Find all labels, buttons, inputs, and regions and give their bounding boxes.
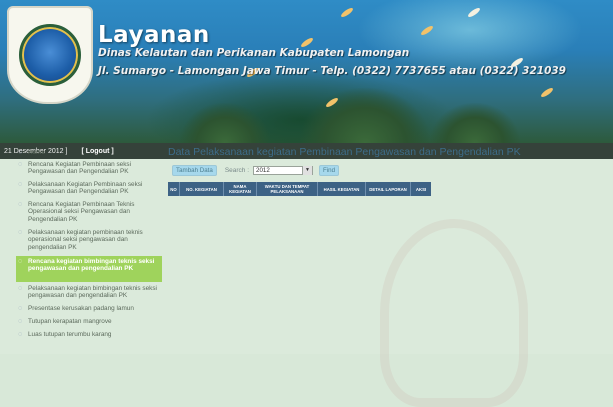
bullet-icon: ◌ [18, 258, 23, 265]
sidebar-item-terumbu-karang[interactable]: ◌ Luas tutupan terumbu karang [16, 331, 162, 340]
sidebar-item-rencana-teknis-operasional[interactable]: ◌ Rencana Kegiatan Pembinaan Teknis Oper… [16, 201, 162, 225]
toolbar: Tambah Data Search : 2012 ▼ Find [172, 165, 340, 176]
sidebar-item-label: Home [28, 149, 46, 156]
column-header-waktu-tempat: WAKTU DAN TEMPAT PELAKSANAAN [257, 182, 318, 196]
dropdown-arrow-icon[interactable]: ▼ [302, 166, 313, 175]
sidebar-item-label: Rencana Kegiatan Pembinaan Teknis Operas… [28, 201, 135, 223]
sidebar-item-pelaksanaan-teknis-operasional[interactable]: ◌ Pelaksanaan kegiatan pembinaan teknis … [16, 229, 162, 253]
sidebar-item-label: Pelaksanaan kegiatan pembinaan teknis op… [28, 229, 143, 251]
site-title: Layanan [98, 22, 210, 48]
sidebar-item-padang-lamun[interactable]: ◌ Presentase kerusakan padang lamun [16, 305, 162, 314]
regency-logo [7, 6, 93, 104]
data-table-header: NO NO. KEGIATAN NAMA KEGIATAN WAKTU DAN … [168, 182, 431, 196]
sidebar-item-label: Tutupan kerapatan mangrove [28, 318, 112, 325]
sidebar-item-home[interactable]: ◌ Home [16, 149, 162, 158]
add-data-button[interactable]: Tambah Data [172, 165, 217, 176]
agency-address: Jl. Sumargo - Lamongan Jawa Timur - Telp… [98, 65, 566, 77]
find-button[interactable]: Find [319, 165, 340, 176]
column-header-aksi: AKSI [411, 182, 431, 196]
column-header-no: NO [168, 182, 180, 196]
bullet-icon: ◌ [18, 201, 23, 208]
bullet-icon: ◌ [18, 229, 23, 236]
header-banner: Layanan Dinas Kelautan dan Perikanan Kab… [0, 0, 613, 143]
year-select-value: 2012 [256, 167, 270, 174]
fish-decoration [339, 6, 355, 19]
fish-decoration [539, 86, 555, 99]
watermark [380, 219, 528, 407]
bullet-icon: ◌ [18, 161, 23, 168]
coral-decoration [180, 103, 270, 143]
column-header-detail-laporan: DETAIL LAPORAN [366, 182, 411, 196]
column-header-nama-kegiatan: NAMA KEGIATAN [224, 182, 257, 196]
agency-name: Dinas Kelautan dan Perikanan Kabupaten L… [98, 47, 410, 59]
bullet-icon: ◌ [18, 318, 23, 325]
bullet-icon: ◌ [18, 149, 23, 156]
sidebar-item-label: Pelaksanaan kegiatan bimbingan teknis se… [28, 285, 157, 300]
sidebar-item-rencana-pembinaan[interactable]: ◌ Rencana Kegiatan Pembinaan seksi Penga… [16, 161, 162, 177]
column-header-no-kegiatan: NO. KEGIATAN [180, 182, 224, 196]
coral-decoration [300, 88, 430, 143]
sidebar-item-label: Luas tutupan terumbu karang [28, 331, 112, 338]
sidebar-item-pelaksanaan-pembinaan[interactable]: ◌ Pelaksanaan Kegiatan Pembinaan seksi P… [16, 181, 162, 197]
sidebar-item-label: Rencana kegiatan bimbingan teknis seksi … [28, 258, 155, 273]
sidebar-item-label: Pelaksanaan Kegiatan Pembinaan seksi Pen… [28, 181, 143, 196]
emblem-icon [19, 24, 81, 86]
year-select[interactable]: 2012 ▼ [253, 166, 314, 175]
sidebar-item-label: Presentase kerusakan padang lamun [28, 305, 134, 312]
coral-decoration [430, 103, 520, 143]
sidebar-menu: ◌ Home ◌ Rencana Kegiatan Pembinaan seks… [16, 149, 162, 340]
column-header-hasil-kegiatan: HASIL KEGIATAN [318, 182, 366, 196]
fish-decoration [419, 24, 435, 37]
bullet-icon: ◌ [18, 181, 23, 188]
search-label: Search : [224, 167, 250, 174]
bullet-icon: ◌ [18, 331, 23, 338]
sidebar-item-mangrove[interactable]: ◌ Tutupan kerapatan mangrove [16, 318, 162, 327]
sidebar-item-pelaksanaan-bimbingan-teknis[interactable]: ◌ Pelaksanaan kegiatan bimbingan teknis … [16, 285, 162, 301]
content-area: ◌ Home ◌ Rencana Kegiatan Pembinaan seks… [0, 146, 613, 407]
page-title: Data Pelaksanaan kegiatan Pembinaan Peng… [168, 146, 521, 158]
bullet-icon: ◌ [18, 305, 23, 312]
sidebar-item-rencana-bimbingan-teknis[interactable]: ◌ Rencana kegiatan bimbingan teknis seks… [16, 256, 162, 282]
bullet-icon: ◌ [18, 285, 23, 292]
fish-decoration [466, 6, 482, 19]
sidebar-item-label: Rencana Kegiatan Pembinaan seksi Pengawa… [28, 161, 132, 176]
